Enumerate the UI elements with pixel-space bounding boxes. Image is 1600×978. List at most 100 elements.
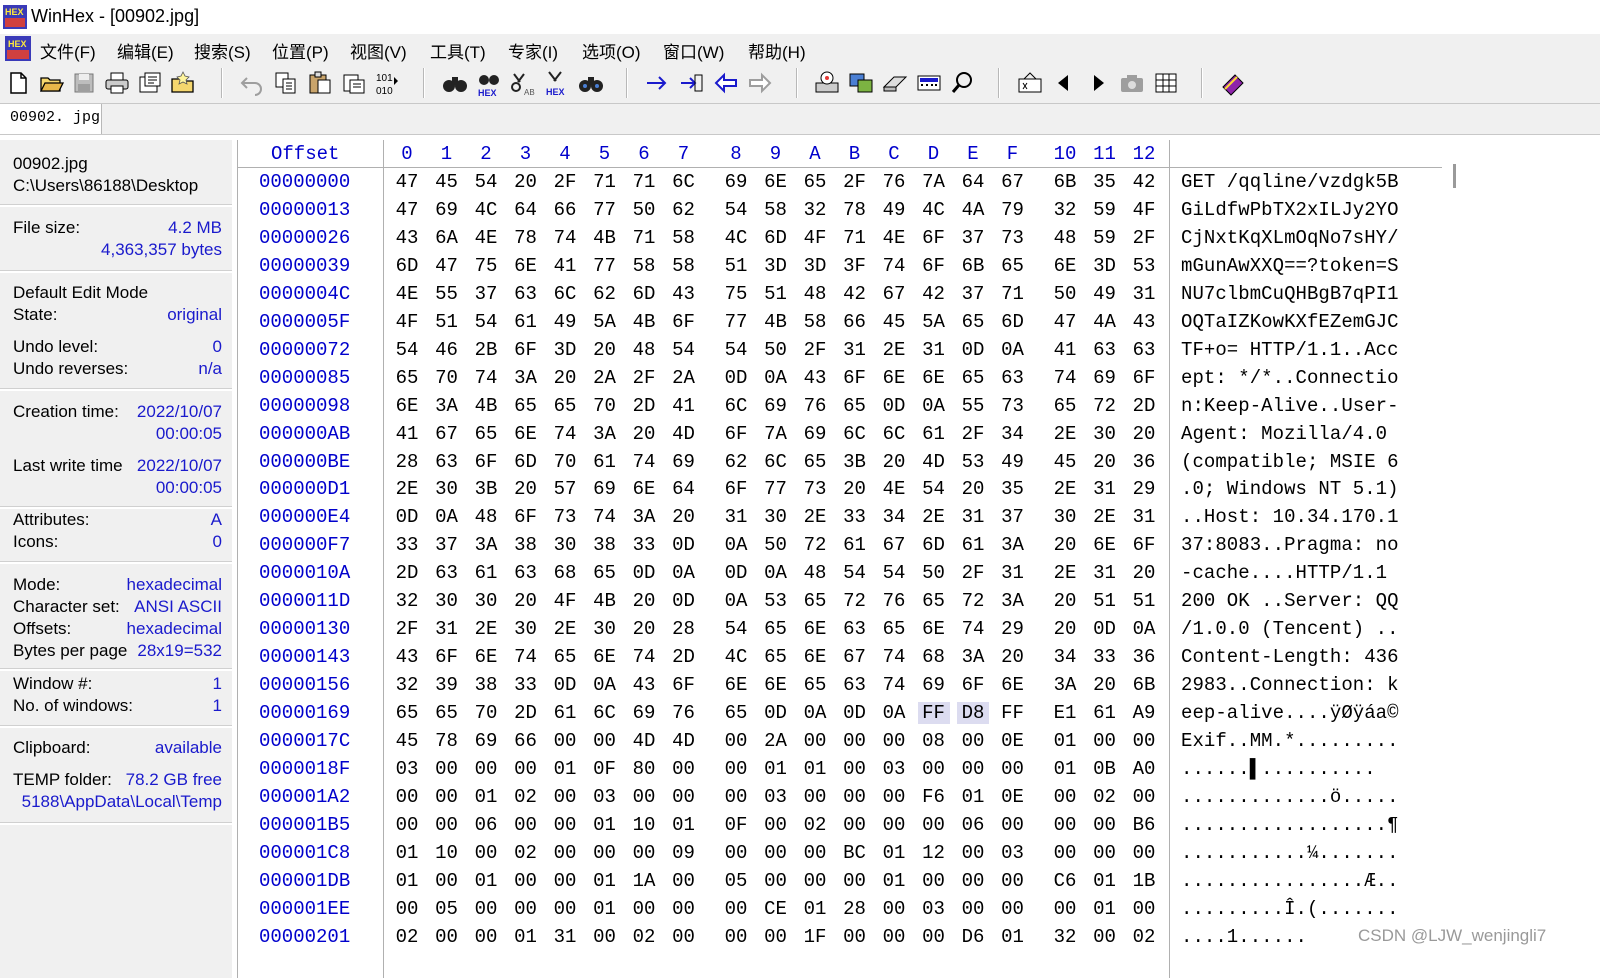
hex-byte-cell[interactable]: 43 (799, 367, 831, 389)
menu-window[interactable]: 窗口(W) (663, 38, 724, 63)
hex-byte-cell[interactable]: 01 (997, 926, 1029, 948)
ascii-text-cell[interactable]: ................Æ.. (1181, 870, 1399, 892)
next-icon[interactable] (1084, 69, 1112, 97)
hex-byte-cell[interactable]: 3A (470, 534, 502, 556)
offset-cell[interactable]: 00000039 (259, 255, 350, 277)
hex-byte-cell[interactable]: 6F (470, 451, 502, 473)
hex-byte-cell[interactable]: 3A (997, 590, 1029, 612)
hex-byte-cell[interactable]: 4B (589, 227, 621, 249)
open-file-icon[interactable] (37, 69, 65, 97)
ascii-text-cell[interactable]: ......▌.......... (1181, 758, 1387, 780)
hex-byte-cell[interactable]: 54 (878, 562, 910, 584)
hex-byte-cell[interactable]: 10 (628, 814, 660, 836)
hex-byte-cell[interactable]: 29 (1128, 478, 1160, 500)
hex-byte-cell[interactable]: 38 (470, 674, 502, 696)
hex-byte-cell[interactable]: 62 (589, 283, 621, 305)
hex-byte-cell[interactable]: 1A (628, 870, 660, 892)
offset-cell[interactable]: 000000D1 (259, 478, 350, 500)
hex-byte-cell[interactable]: 65 (549, 395, 581, 417)
hex-byte-cell[interactable]: 65 (1049, 395, 1081, 417)
hex-byte-cell[interactable]: 63 (1128, 339, 1160, 361)
hex-byte-cell[interactable]: 06 (470, 814, 502, 836)
hex-byte-cell[interactable]: 2F (957, 562, 989, 584)
ascii-text-cell[interactable]: OQTaIZKowKXfEZemGJC (1181, 311, 1399, 333)
hex-byte-cell[interactable]: 01 (878, 870, 910, 892)
hex-byte-cell[interactable]: 74 (470, 367, 502, 389)
hex-byte-cell[interactable]: 63 (1089, 339, 1121, 361)
hex-byte-cell[interactable]: 55 (957, 395, 989, 417)
hex-byte-cell[interactable]: 08 (918, 730, 950, 752)
hex-byte-cell[interactable]: 1F (799, 926, 831, 948)
ascii-text-cell[interactable]: Agent: Mozilla/4.0 (1181, 423, 1399, 445)
hex-byte-cell[interactable]: 0D (549, 674, 581, 696)
hex-byte-cell[interactable]: 0D (1089, 618, 1121, 640)
hex-byte-cell[interactable]: 31 (957, 506, 989, 528)
hex-byte-cell[interactable]: 48 (799, 283, 831, 305)
offset-cell[interactable]: 000000F7 (259, 534, 350, 556)
hex-byte-cell[interactable]: 66 (549, 199, 581, 221)
hex-byte-cell[interactable]: 33 (391, 534, 423, 556)
hex-byte-cell[interactable]: 31 (918, 339, 950, 361)
hex-byte-cell[interactable]: 00 (668, 786, 700, 808)
tab-document[interactable]: 00902. jpg (0, 104, 102, 134)
hex-byte-cell[interactable]: 00 (720, 898, 752, 920)
hex-byte-cell[interactable]: 2F (628, 367, 660, 389)
hex-byte-cell[interactable]: 65 (997, 255, 1029, 277)
hex-byte-cell[interactable]: 68 (549, 562, 581, 584)
offset-cell[interactable]: 00000130 (259, 618, 350, 640)
hex-byte-cell[interactable]: 31 (1128, 283, 1160, 305)
hex-byte-cell[interactable]: 02 (1128, 926, 1160, 948)
ascii-text-cell[interactable]: GiLdfwPbTX2xILJy2YO (1181, 199, 1399, 221)
hex-byte-cell[interactable]: 49 (878, 199, 910, 221)
hex-byte-cell[interactable]: 34 (997, 423, 1029, 445)
hex-byte-cell[interactable]: 77 (589, 255, 621, 277)
hex-byte-cell[interactable]: B6 (1128, 814, 1160, 836)
hex-byte-cell[interactable]: 54 (918, 478, 950, 500)
hex-byte-cell[interactable]: 00 (1128, 730, 1160, 752)
hex-byte-cell[interactable]: 72 (957, 590, 989, 612)
hex-byte-cell[interactable]: 6D (510, 451, 542, 473)
hex-byte-cell[interactable]: 70 (549, 451, 581, 473)
hex-byte-cell[interactable]: 65 (510, 395, 542, 417)
hex-byte-cell[interactable]: 6F (431, 646, 463, 668)
hex-byte-cell[interactable]: 00 (431, 786, 463, 808)
hex-byte-cell[interactable]: 20 (628, 423, 660, 445)
hex-byte-cell[interactable]: 63 (431, 562, 463, 584)
disk-icon[interactable] (881, 69, 909, 97)
hex-byte-cell[interactable]: 69 (799, 423, 831, 445)
hex-byte-cell[interactable]: 30 (589, 618, 621, 640)
hex-byte-cell[interactable]: 0F (589, 758, 621, 780)
hex-byte-cell[interactable]: 6F (1128, 534, 1160, 556)
hex-byte-cell[interactable]: 4D (668, 730, 700, 752)
hex-byte-cell[interactable]: 30 (1049, 506, 1081, 528)
hex-byte-cell[interactable]: 51 (760, 283, 792, 305)
hex-byte-cell[interactable]: 00 (1049, 814, 1081, 836)
hex-byte-cell[interactable]: 01 (799, 758, 831, 780)
disk-editor-icon[interactable] (813, 69, 841, 97)
hex-byte-cell[interactable]: 01 (668, 814, 700, 836)
offset-cell[interactable]: 00000085 (259, 367, 350, 389)
ascii-text-cell[interactable]: 37:8083..Pragma: no (1181, 534, 1399, 556)
hex-byte-cell[interactable]: 3A (431, 395, 463, 417)
hex-byte-cell[interactable]: 2E (1089, 506, 1121, 528)
hex-byte-cell[interactable]: 2D (668, 646, 700, 668)
hex-byte-cell[interactable]: 50 (760, 534, 792, 556)
hex-byte-cell[interactable]: 65 (391, 702, 423, 724)
hex-byte-cell[interactable]: 65 (957, 367, 989, 389)
hex-byte-cell[interactable]: 00 (470, 842, 502, 864)
hex-byte-cell[interactable]: 61 (918, 423, 950, 445)
hex-byte-cell[interactable]: 77 (720, 311, 752, 333)
hex-byte-cell[interactable]: 0D (878, 395, 910, 417)
hex-byte-cell[interactable]: 2E (1049, 562, 1081, 584)
hex-byte-cell[interactable]: 67 (997, 171, 1029, 193)
hex-byte-cell[interactable]: 00 (628, 842, 660, 864)
hex-byte-cell[interactable]: 41 (668, 395, 700, 417)
ascii-text-cell[interactable]: GET /qqline/vzdgk5B (1181, 171, 1399, 193)
hex-byte-cell[interactable]: 65 (918, 590, 950, 612)
ascii-text-cell[interactable]: 200 OK ..Server: QQ (1181, 590, 1399, 612)
ascii-text-cell[interactable]: ...........¼....... (1181, 842, 1399, 864)
hex-byte-cell[interactable]: 2D (510, 702, 542, 724)
offset-cell[interactable]: 00000013 (259, 199, 350, 221)
replace-text-icon[interactable]: AB (509, 69, 537, 97)
hex-byte-cell[interactable]: 4F (1128, 199, 1160, 221)
